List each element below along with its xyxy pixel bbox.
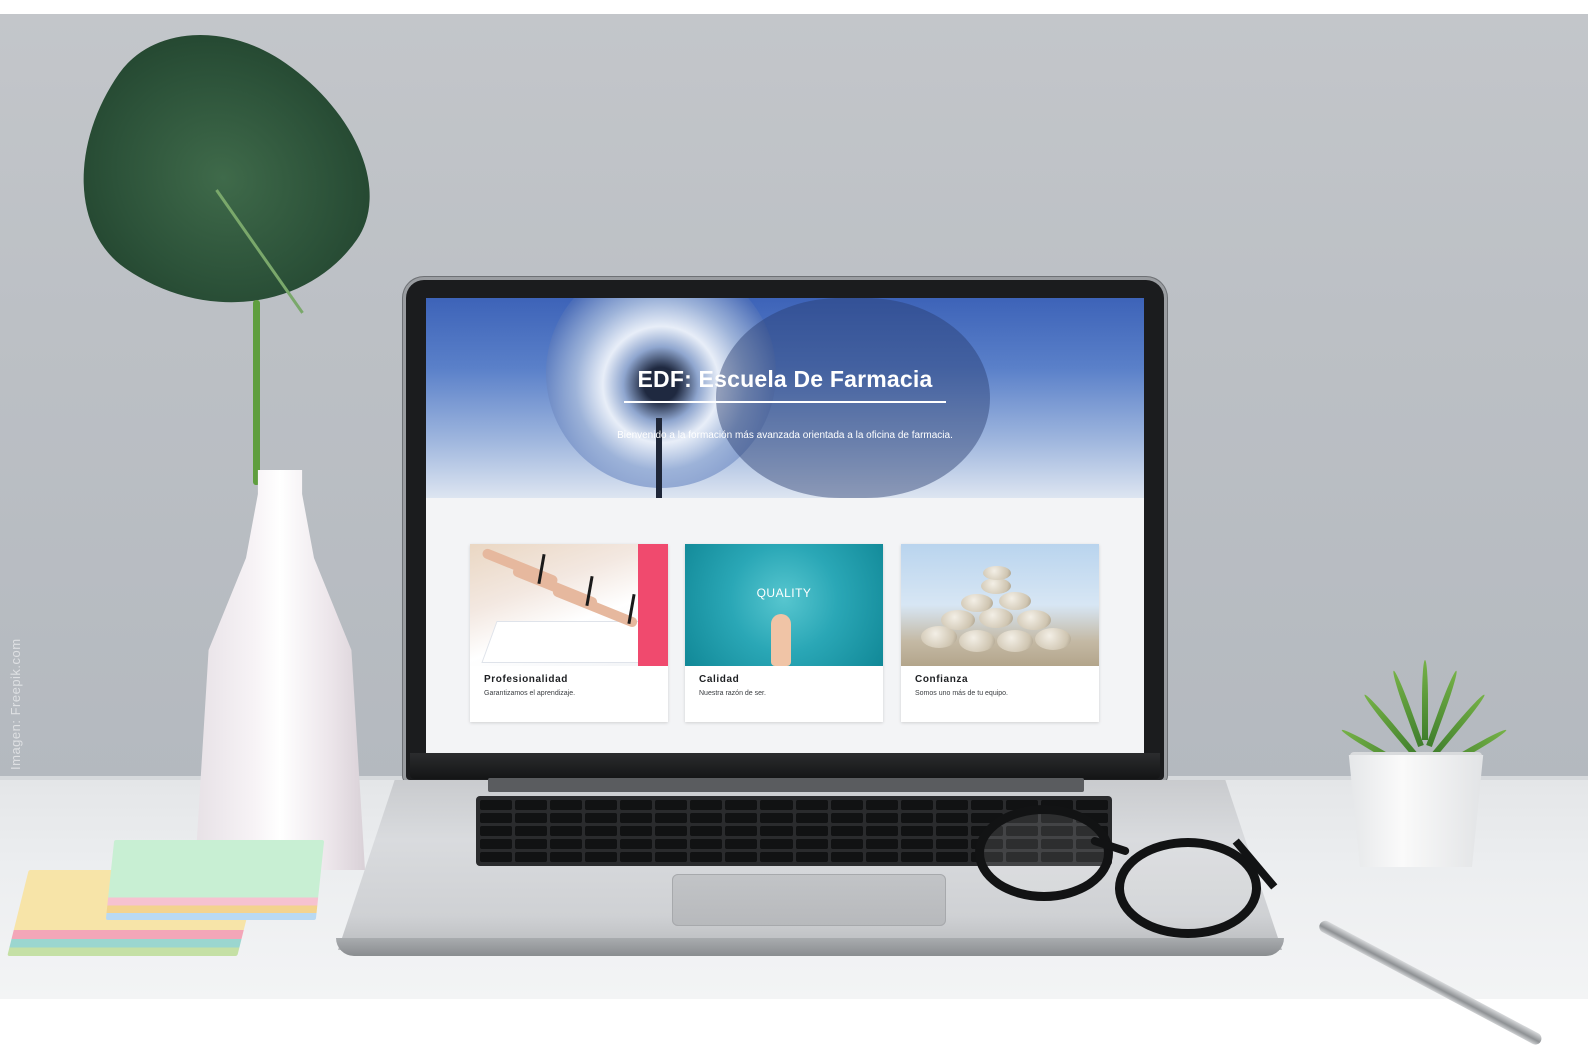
- image-credit-watermark: Imagen: Freepik.com: [8, 638, 23, 770]
- card-image-stones: [901, 544, 1099, 666]
- card-title: Profesionalidad: [484, 674, 569, 685]
- card-image-writing-students: [470, 544, 668, 666]
- hero-circle-overlay: [716, 298, 990, 498]
- glasses-lens-left: [975, 805, 1113, 901]
- feature-cards-section: Profesionalidad Garantizamos el aprendiz…: [426, 498, 1144, 753]
- card-image-quality: QUALITY: [685, 544, 883, 666]
- title-underline: [624, 401, 946, 403]
- quality-image-text: QUALITY: [756, 586, 812, 600]
- laptop-base-edge: [336, 938, 1284, 956]
- laptop-screen: EDF: Escuela De Farmacia Bienvenido a la…: [426, 298, 1144, 753]
- card-confianza[interactable]: Confianza Somos uno más de tu equipo.: [901, 544, 1099, 722]
- site-title: EDF: Escuela De Farmacia: [637, 366, 933, 392]
- site-hero: EDF: Escuela De Farmacia Bienvenido a la…: [426, 298, 1144, 498]
- card-description: Nuestra razón de ser.: [699, 690, 766, 697]
- succulent-leaf: [1422, 660, 1428, 740]
- sticky-notes-stack-top: [105, 840, 325, 920]
- card-title: Calidad: [699, 674, 740, 685]
- laptop-bezel-bottom: [410, 753, 1160, 779]
- laptop-hinge: [488, 778, 1084, 792]
- top-border: [0, 0, 1588, 14]
- card-description: Somos uno más de tu equipo.: [915, 690, 1009, 697]
- glasses-lens-right: [1115, 838, 1261, 938]
- card-profesionalidad[interactable]: Profesionalidad Garantizamos el aprendiz…: [470, 544, 668, 722]
- card-description: Garantizamos el aprendizaje.: [484, 690, 576, 697]
- workspace-scene: Imagen: Freepik.com EDF: Escuela De Farm…: [0, 0, 1588, 1047]
- pointing-hand: [771, 614, 791, 666]
- white-pot: [1348, 755, 1484, 867]
- site-subtitle: Bienvenido a la formación más avanzada o…: [617, 430, 953, 441]
- laptop-trackpad: [672, 874, 946, 926]
- card-title: Confianza: [915, 674, 969, 685]
- card-calidad[interactable]: QUALITY Calidad Nuestra razón de ser.: [685, 544, 883, 722]
- plant-stem: [253, 300, 260, 485]
